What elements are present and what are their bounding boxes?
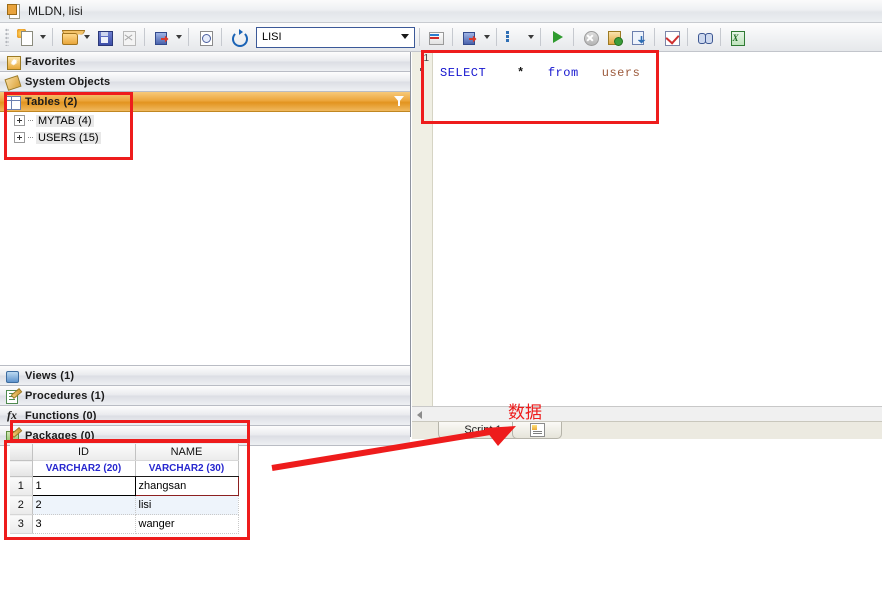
refresh-icon: [230, 28, 248, 47]
sidebar-section-label: Procedures (1): [25, 389, 105, 402]
rollback-button[interactable]: [458, 26, 480, 48]
save-disk-icon: [96, 29, 113, 46]
annotation-box-editor: [421, 50, 659, 124]
close-document-icon: [120, 29, 137, 46]
annotation-arrow: [271, 426, 516, 471]
sidebar-section-label: Favorites: [25, 55, 76, 68]
main-toolbar: LISI X: [0, 23, 882, 52]
sidebar-section-label: Views (1): [25, 369, 75, 382]
logout-dropdown[interactable]: [173, 26, 184, 48]
annotation-box-result-grid: [4, 440, 250, 540]
logout-button[interactable]: [150, 26, 172, 48]
export-data-button[interactable]: [627, 26, 649, 48]
check-syntax-button[interactable]: [660, 26, 682, 48]
toolbar-separator: [419, 28, 420, 46]
document-icon: [6, 3, 22, 19]
schema-select-value: LISI: [262, 31, 282, 43]
result-sheet-icon: [529, 423, 545, 437]
binoculars-icon: [696, 29, 713, 46]
explain-plan-icon: [606, 29, 623, 46]
filter-funnel-icon[interactable]: [394, 95, 404, 107]
schema-select[interactable]: LISI: [256, 26, 415, 48]
annotation-label-data: 数据: [508, 403, 542, 423]
close-document-button[interactable]: [117, 26, 139, 48]
list-lines-icon: [505, 29, 522, 46]
export-arrow-icon: [630, 29, 647, 46]
annotation-box-tables-tree: [4, 92, 133, 160]
session-list-dropdown[interactable]: [525, 26, 536, 48]
views-icon: [5, 369, 21, 383]
toolbar-grip[interactable]: [5, 28, 9, 46]
toolbar-separator: [654, 28, 655, 46]
print-preview-button[interactable]: [194, 26, 216, 48]
new-file-dropdown[interactable]: [37, 26, 48, 48]
system-objects-icon: [4, 74, 22, 91]
run-green-triangle-icon: [549, 29, 566, 46]
explain-plan-button[interactable]: [603, 26, 625, 48]
check-mark-icon: [663, 29, 680, 46]
toolbar-separator: [221, 28, 222, 46]
logout-icon: [153, 29, 170, 46]
sidebar-section-procedures[interactable]: Procedures (1): [0, 386, 410, 406]
scroll-left-arrow-icon[interactable]: [414, 409, 425, 420]
procedures-icon: [5, 387, 23, 404]
export-excel-button[interactable]: X: [726, 26, 748, 48]
rollback-icon: [461, 29, 478, 46]
open-folder-icon: [61, 29, 85, 46]
toolbar-separator: [720, 28, 721, 46]
execute-button[interactable]: [546, 26, 568, 48]
sidebar-section-system-objects[interactable]: System Objects: [0, 72, 410, 92]
print-preview-icon: [197, 29, 214, 46]
find-button[interactable]: [693, 26, 715, 48]
open-file-button[interactable]: [58, 26, 85, 48]
sidebar-section-label: System Objects: [25, 75, 111, 88]
toolbar-separator: [573, 28, 574, 46]
sidebar-section-views[interactable]: Views (1): [0, 366, 410, 386]
save-button[interactable]: [93, 26, 115, 48]
toolbar-separator: [452, 28, 453, 46]
toolbar-separator: [540, 28, 541, 46]
rollback-dropdown[interactable]: [481, 26, 492, 48]
tab-result-grid[interactable]: [512, 422, 562, 439]
chevron-down-icon[interactable]: [397, 30, 412, 44]
window-title: MLDN, lisi: [28, 4, 83, 18]
sidebar-section-favorites[interactable]: ✹ Favorites: [0, 52, 410, 72]
annotation-box-packages: [10, 420, 250, 442]
window-title-bar: MLDN, lisi: [0, 0, 882, 23]
toolbar-separator: [188, 28, 189, 46]
toolbar-separator: [687, 28, 688, 46]
toolbar-separator: [496, 28, 497, 46]
new-file-icon: [16, 28, 34, 46]
stop-icon: [582, 29, 599, 46]
favorites-icon: ✹: [5, 55, 21, 70]
refresh-button[interactable]: [227, 26, 249, 48]
excel-icon: X: [729, 29, 746, 46]
editor-horizontal-scrollbar[interactable]: [412, 406, 882, 422]
toolbar-separator: [144, 28, 145, 46]
session-list-button[interactable]: [502, 26, 524, 48]
stop-button[interactable]: [579, 26, 601, 48]
commit-button[interactable]: [425, 26, 447, 48]
commit-icon: [428, 29, 445, 46]
new-file-button[interactable]: [14, 26, 36, 48]
toolbar-separator: [52, 28, 53, 46]
